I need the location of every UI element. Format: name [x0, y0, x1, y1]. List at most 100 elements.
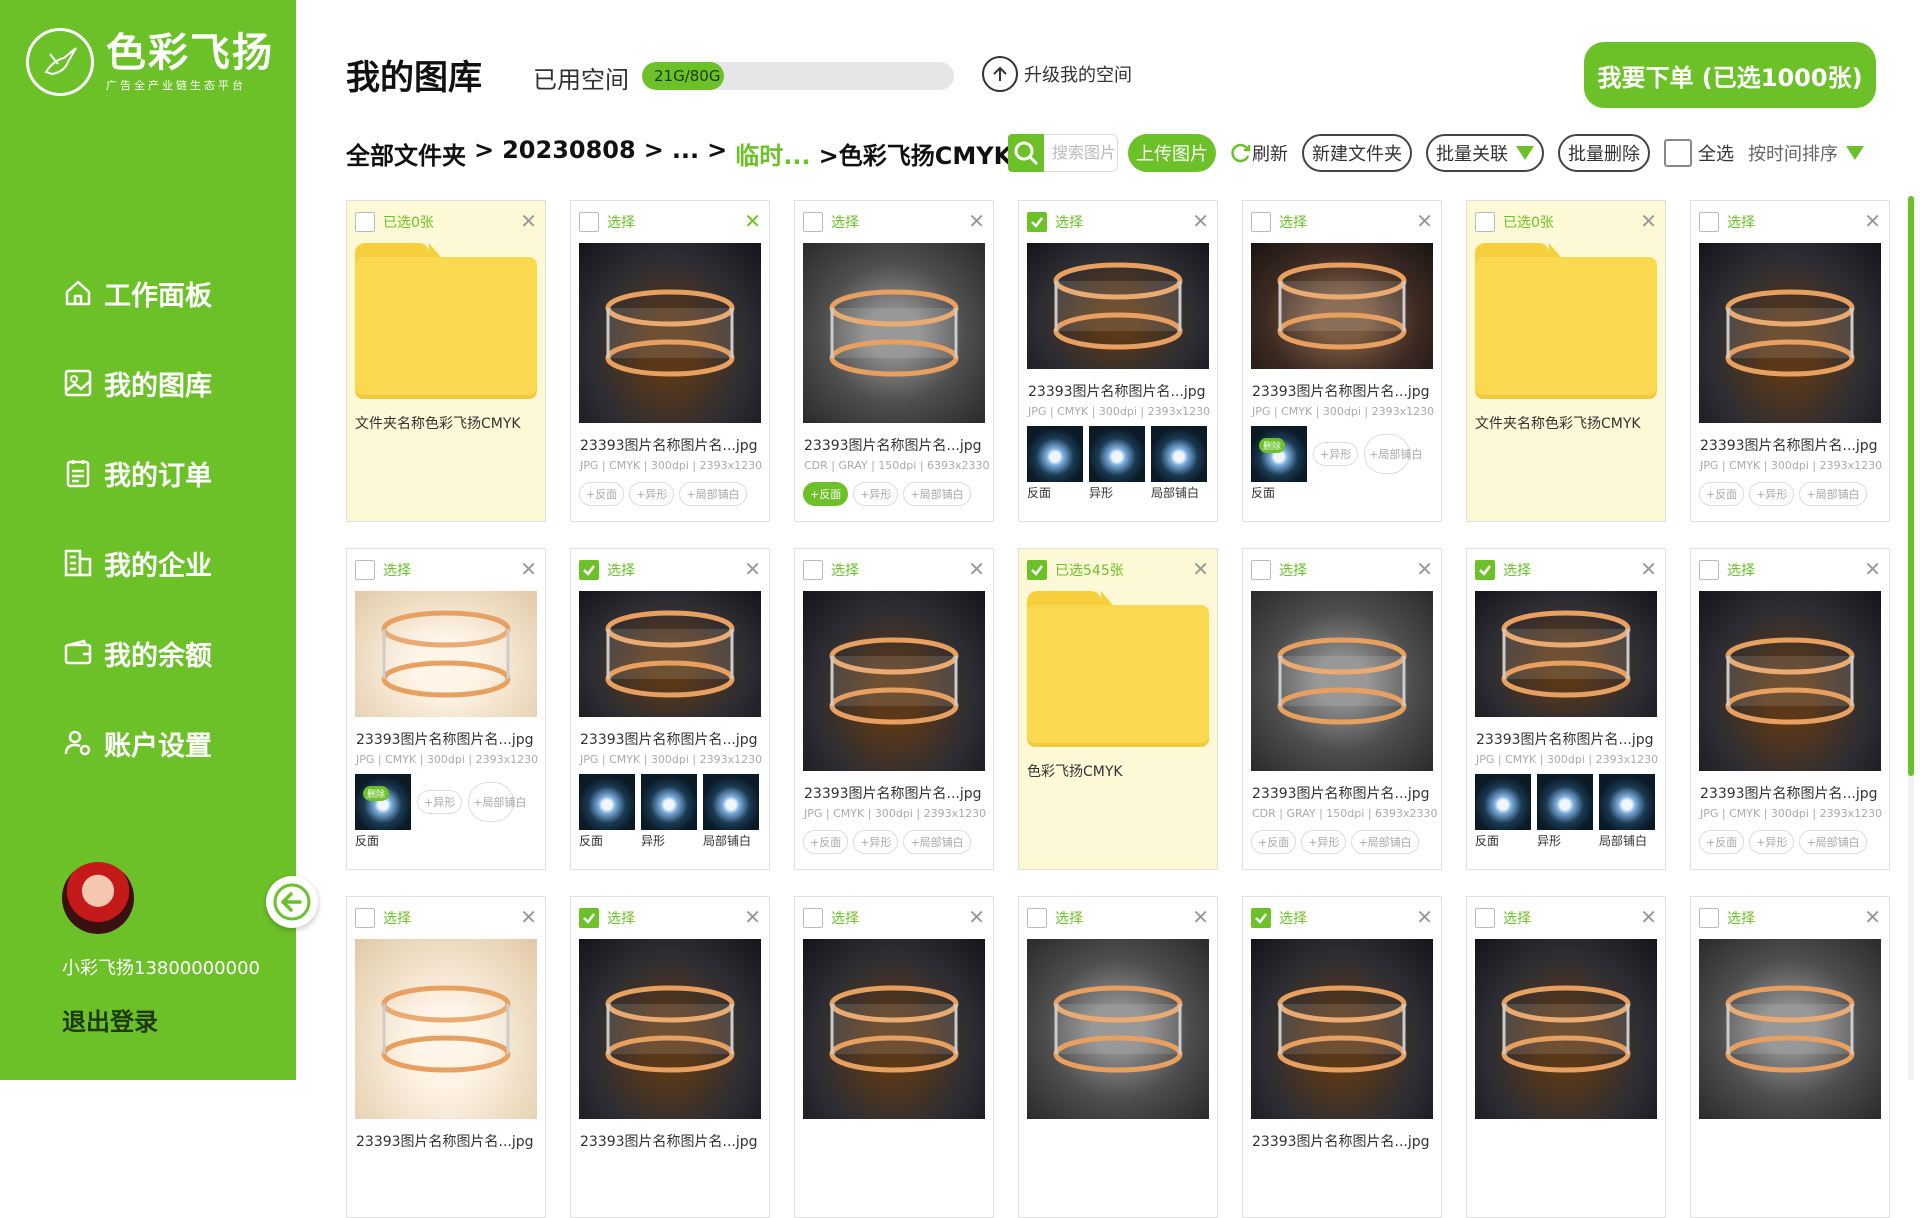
delete-badge[interactable]: 删除 — [363, 786, 390, 801]
image-card[interactable]: 选择 ✕ 23393图片名称图片名...jpg — [346, 896, 546, 1218]
image-card[interactable]: 选择 ✕ 23393图片名称图片名...jpg JPG | CMYK | 300dpi… — [570, 200, 770, 522]
image-thumbnail[interactable] — [579, 243, 761, 423]
select-checkbox[interactable] — [355, 212, 375, 232]
select-checkbox[interactable] — [1699, 560, 1719, 580]
select-checkbox[interactable] — [1699, 908, 1719, 928]
add-variant-tag[interactable]: +局部铺白 — [1351, 830, 1419, 854]
add-variant-tag[interactable]: +局部铺白 — [903, 482, 971, 506]
image-thumbnail[interactable] — [1027, 939, 1209, 1119]
image-card[interactable]: 选择 ✕ 23393图片名称图片名...jpg JPG | CMYK | 300dpi… — [1018, 200, 1218, 522]
select-checkbox[interactable] — [1027, 560, 1047, 580]
image-thumbnail[interactable] — [1251, 243, 1433, 369]
close-icon[interactable]: ✕ — [1640, 559, 1657, 579]
image-card[interactable]: 选择 ✕ 23393图片名称图片名...jpg CDR | GRAY | 150dpi… — [1242, 548, 1442, 870]
breadcrumb-ellipsis[interactable]: ... — [672, 136, 699, 171]
image-thumbnail[interactable] — [1251, 591, 1433, 771]
close-icon[interactable]: ✕ — [968, 559, 985, 579]
image-thumbnail[interactable] — [1699, 243, 1881, 423]
close-icon[interactable]: ✕ — [1864, 211, 1881, 231]
avatar[interactable] — [62, 862, 134, 934]
image-card[interactable]: 选择 ✕ 23393图片名称图片名...jpg JPG | CMYK | 300dpi… — [794, 548, 994, 870]
image-card[interactable]: 选择 ✕ 23393图片名称图片名...jpg JPG | CMYK | 300dpi… — [1690, 200, 1890, 522]
variant-thumbnail[interactable]: 局部铺白 — [1151, 426, 1207, 501]
image-thumbnail[interactable] — [579, 939, 761, 1119]
close-icon[interactable]: ✕ — [968, 907, 985, 927]
close-icon[interactable]: ✕ — [744, 907, 761, 927]
add-variant-tag[interactable]: +反面 — [1251, 830, 1297, 854]
close-icon[interactable]: ✕ — [1640, 211, 1657, 231]
select-checkbox[interactable] — [1475, 212, 1495, 232]
sidebar-item-dashboard[interactable]: 工作面板 — [62, 248, 212, 338]
select-checkbox[interactable] — [579, 560, 599, 580]
close-icon[interactable]: ✕ — [520, 907, 537, 927]
image-card[interactable]: 选择 ✕ — [794, 896, 994, 1218]
upgrade-space-link[interactable]: 升级我的空间 — [982, 56, 1132, 92]
add-variant-tag[interactable]: +异形 — [853, 830, 899, 854]
select-checkbox[interactable] — [1251, 212, 1271, 232]
search-button[interactable] — [1008, 134, 1044, 172]
close-icon[interactable]: ✕ — [520, 211, 537, 231]
image-card[interactable]: 选择 ✕ 23393图片名称图片名...jpg JPG | CMYK | 300dpi… — [570, 548, 770, 870]
select-checkbox[interactable] — [579, 908, 599, 928]
folder-card[interactable]: 已选0张 ✕ 文件夹名称色彩飞扬CMYK — [1466, 200, 1666, 522]
image-thumbnail[interactable] — [355, 591, 537, 717]
add-variant-tag[interactable]: +局部铺白 — [1364, 434, 1422, 474]
add-variant-tag[interactable]: +异形 — [417, 790, 463, 814]
image-thumbnail[interactable] — [1475, 591, 1657, 717]
image-thumbnail[interactable] — [1027, 243, 1209, 369]
sidebar-item-company[interactable]: 我的企业 — [62, 518, 212, 608]
breadcrumb-folder[interactable]: 临时... — [735, 136, 810, 171]
search-input[interactable]: 搜索图片 — [1044, 134, 1118, 172]
add-variant-tag[interactable]: +局部铺白 — [903, 830, 971, 854]
select-checkbox[interactable] — [803, 908, 823, 928]
breadcrumb-root[interactable]: 全部文件夹 — [346, 136, 466, 171]
select-checkbox[interactable] — [355, 560, 375, 580]
select-checkbox[interactable] — [1699, 212, 1719, 232]
select-checkbox[interactable] — [1027, 908, 1047, 928]
folder-card[interactable]: 已选0张 ✕ 文件夹名称色彩飞扬CMYK — [346, 200, 546, 522]
variant-thumbnail[interactable]: 反面 — [579, 774, 635, 849]
sidebar-item-settings[interactable]: 账户设置 — [62, 698, 212, 788]
folder-card[interactable]: 已选545张 ✕ 色彩飞扬CMYK — [1018, 548, 1218, 870]
add-variant-tag[interactable]: +局部铺白 — [1799, 482, 1867, 506]
close-icon[interactable]: ✕ — [744, 211, 761, 231]
batch-link-button[interactable]: 批量关联 — [1426, 134, 1544, 172]
image-card[interactable]: 选择 ✕ 23393图片名称图片名...jpg JPG | CMYK | 300dpi… — [1690, 548, 1890, 870]
select-all-checkbox[interactable]: 全选 — [1664, 139, 1734, 167]
image-thumbnail[interactable] — [1699, 939, 1881, 1119]
scrollbar[interactable] — [1908, 196, 1914, 1080]
image-card[interactable]: 选择 ✕ 23393图片名称图片名...jpg — [570, 896, 770, 1218]
add-variant-tag[interactable]: +异形 — [629, 482, 675, 506]
add-variant-tag[interactable]: +异形 — [1749, 830, 1795, 854]
variant-thumbnail[interactable]: 异形 — [1089, 426, 1145, 501]
add-variant-tag[interactable]: +局部铺白 — [468, 782, 526, 822]
variant-thumbnail[interactable]: 局部铺白 — [703, 774, 759, 849]
sidebar-item-gallery[interactable]: 我的图库 — [62, 338, 212, 428]
image-thumbnail[interactable] — [1475, 939, 1657, 1119]
add-variant-tag[interactable]: +反面 — [579, 482, 625, 506]
add-variant-tag[interactable]: +反面 — [803, 482, 849, 506]
place-order-button[interactable]: 我要下单 (已选1000张) — [1584, 42, 1876, 108]
variant-thumbnail[interactable]: 异形 — [641, 774, 697, 849]
add-variant-tag[interactable]: +反面 — [803, 830, 849, 854]
breadcrumb-folder[interactable]: 20230808 — [502, 136, 636, 171]
variant-thumbnail[interactable]: 异形 — [1537, 774, 1593, 849]
close-icon[interactable]: ✕ — [1864, 907, 1881, 927]
select-checkbox[interactable] — [1251, 560, 1271, 580]
logout-link[interactable]: 退出登录 — [62, 1002, 158, 1037]
image-card[interactable]: 选择 ✕ — [1466, 896, 1666, 1218]
variant-thumbnail[interactable]: 删除 反面 — [1251, 426, 1307, 501]
image-card[interactable]: 选择 ✕ 23393图片名称图片名...jpg JPG | CMYK | 300dpi… — [1242, 200, 1442, 522]
image-card[interactable]: 选择 ✕ 23393图片名称图片名...jpg JPG | CMYK | 300dpi… — [346, 548, 546, 870]
add-variant-tag[interactable]: +异形 — [853, 482, 899, 506]
add-variant-tag[interactable]: +局部铺白 — [679, 482, 747, 506]
image-card[interactable]: 选择 ✕ — [1018, 896, 1218, 1218]
close-icon[interactable]: ✕ — [1192, 211, 1209, 231]
select-checkbox[interactable] — [803, 560, 823, 580]
image-thumbnail[interactable] — [803, 939, 985, 1119]
delete-badge[interactable]: 删除 — [1259, 438, 1286, 453]
close-icon[interactable]: ✕ — [1416, 907, 1433, 927]
select-checkbox[interactable] — [1475, 908, 1495, 928]
image-card[interactable]: 选择 ✕ 23393图片名称图片名...jpg — [1242, 896, 1442, 1218]
variant-thumbnail[interactable]: 反面 — [1027, 426, 1083, 501]
